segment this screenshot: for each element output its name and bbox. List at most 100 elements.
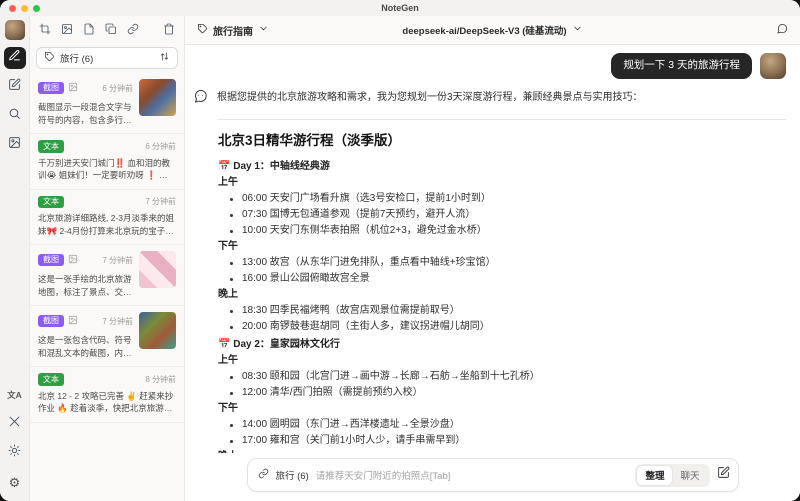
nav-write-button[interactable] [4, 76, 26, 98]
note-type-badge: 文本 [38, 195, 64, 209]
note-preview-text: 北京旅游详细路线, 2-3月淡季来的姐妹🎀 2-4月份打算来北京玩的宝子 不用再… [38, 213, 175, 236]
app-body: 文A ⚙ 旅行 (6) 截图 6 分钟前 截图显示一段混合文字与符号的内容，包含… [0, 16, 800, 501]
assistant-document: 北京3日精华游行程（淡季版） 📅 Day 1：中轴线经典游 上午 06:00 天安门广… [218, 131, 786, 453]
tag-icon [197, 21, 208, 39]
theme-toggle-button[interactable] [4, 442, 26, 464]
note-timestamp: 8 分钟前 [145, 374, 176, 384]
bot-icon [193, 89, 208, 109]
user-avatar[interactable] [4, 20, 25, 40]
pen-icon [8, 49, 21, 67]
assistant-intro: 根据您提供的北京旅游攻略和需求，我为您规划一份3天深度游行程，兼顾经典景点与实用… [217, 92, 643, 103]
doc-time-label: 上午 [218, 177, 238, 188]
note-thumbnail [139, 251, 176, 289]
insert-image-icon[interactable] [61, 22, 73, 40]
language-button[interactable]: 文A [4, 384, 26, 406]
note-thumbnail [139, 312, 176, 350]
doc-bullet-item: 08:30 颐和园（北宫门进→画中游→长廊→石舫→坐船到十七孔桥） [218, 369, 786, 385]
clipboard-icon[interactable] [105, 22, 117, 40]
doc-bullet-item: 07:30 国博无包通道参观（提前7天预约，避开人流） [218, 207, 786, 223]
note-timestamp: 6 分钟前 [102, 83, 133, 93]
note-card[interactable]: 截图 7 分钟前这是一张包含代码、符号和混乱文本的截图，内容难以辨识，似乎涉及技术… [30, 306, 184, 368]
input-placeholder: 请推荐天安门附近的拍照点[Tab] [315, 471, 451, 482]
input-tag-chip[interactable]: 旅行 (6) [276, 468, 309, 482]
note-timestamp: 7 分钟前 [145, 197, 176, 207]
trash-icon[interactable] [163, 22, 175, 40]
chevron-down-icon [258, 21, 269, 39]
tag-filter-select[interactable]: 旅行 (6) [36, 47, 178, 69]
tag-icon [44, 49, 55, 67]
note-card-main: 截图 7 分钟前这是一张包含代码、符号和混乱文本的截图，内容难以辨识，似乎涉及技术… [38, 312, 133, 359]
x-icon [8, 415, 21, 433]
chevron-down-icon [572, 21, 583, 39]
note-type-badge: 文本 [38, 373, 64, 386]
image-icon [68, 312, 78, 330]
mode-segmented-control: 整理 聊天 [635, 463, 710, 487]
doc-bullet-item: 10:00 天安门东侧华表拍照（机位2+3，避免过金水桥） [218, 223, 786, 239]
file-icon[interactable] [83, 22, 95, 40]
chat-area[interactable]: 规划一下 3 天的旅游行程 根据您提供的北京旅游攻略和需求，我为您规划一份3天深… [185, 45, 800, 453]
note-card-main: 文本 6 分钟前千万别进天安门城门‼️ 血和泪的教训😭 姐妹们！一定要听劝呀 ❗ … [38, 140, 176, 182]
search-icon [8, 107, 21, 125]
note-card[interactable]: 截图 7 分钟前这是一张手绘的北京旅游地图，标注了景点、交通方式和门票价格，如天安… [30, 245, 184, 307]
link-icon[interactable] [127, 22, 139, 40]
app-window: NoteGen 文A ⚙ 旅行 (6) 截图 6 分钟前 截图显示一段混合文字与… [0, 0, 800, 501]
doc-bullet-item: 16:00 景山公园俯瞰故宫全景 [218, 271, 786, 287]
note-card-main: 截图 7 分钟前这是一张手绘的北京旅游地图，标注了景点、交通方式和门票价格，如天安… [38, 251, 133, 298]
note-preview-text: 这是一张手绘的北京旅游地图，标注了景点、交通方式和门票价格，如天安... [38, 274, 132, 297]
image-icon [68, 79, 78, 97]
tag-filter-label: 旅行 (6) [60, 54, 94, 65]
sun-icon [8, 444, 21, 462]
note-preview-text: 千万别进天安门城门‼️ 血和泪的教训😭 姐妹们！一定要听劝呀 ❗ 除非是预约了参… [38, 157, 170, 181]
screenshot-capture-icon[interactable] [39, 22, 51, 40]
note-type-badge: 截图 [38, 81, 64, 95]
clear-chat-icon [777, 21, 788, 38]
model-selector[interactable]: deepseek-ai/DeepSeek-V3 (硅基流动) [185, 21, 800, 39]
x-social-button[interactable] [4, 413, 26, 435]
note-thumbnail [139, 79, 176, 116]
doc-time-label: 上午 [218, 355, 238, 366]
left-rail: 文A ⚙ [0, 16, 30, 501]
doc-bullet-item: 18:30 四季民福烤鸭（故宫店观景位需提前取号） [218, 303, 786, 319]
doc-bullet-item: 20:00 南锣鼓巷逛胡同（主街人多，建议拐进帽儿胡同） [218, 319, 786, 335]
note-card-header: 文本 8 分钟前 [38, 373, 176, 386]
note-card[interactable]: 文本 8 分钟前北京 12 - 2 攻略已完善 ✌️ 赶紧来抄作业 🔥 趁着淡季，… [30, 367, 184, 423]
clear-chat-button[interactable] [777, 21, 788, 39]
user-avatar [760, 53, 786, 79]
note-type-badge: 截图 [38, 314, 64, 328]
note-timestamp: 7 分钟前 [102, 255, 133, 265]
image-icon [68, 251, 78, 269]
titlebar: NoteGen [0, 0, 800, 16]
note-preview-text: 截图显示一段混合文字与符号的内容，包含多行无序排列的字母、数字和符... [38, 102, 132, 125]
note-selector[interactable]: 旅行指南 [197, 21, 269, 39]
note-card-main: 截图 6 分钟前截图显示一段混合文字与符号的内容，包含多行无序排列的字母、数字和符… [38, 79, 133, 126]
doc-bullet-item: 06:00 天安门广场看升旗（选3号安检口，提前1小时到） [218, 191, 786, 207]
doc-bullet-item: 17:00 雍和宫（关门前1小时人少，请手串需早到） [218, 433, 786, 449]
note-card[interactable]: 截图 6 分钟前截图显示一段混合文字与符号的内容，包含多行无序排列的字母、数字和符… [30, 73, 184, 134]
note-preview-text: 北京 12 - 2 攻略已完善 ✌️ 赶紧来抄作业 🔥 趁着淡季，快把北京旅游攻… [38, 390, 174, 414]
doc-bullet-item: 14:00 圆明园（东门进→西洋楼遗址→全景沙盘） [218, 417, 786, 433]
chat-input[interactable]: 旅行 (6) 请推荐天安门附近的拍照点[Tab] 整理 聊天 [246, 458, 739, 492]
doc-bullet-item: 12:00 清华/西门拍照（需提前预约入校） [218, 385, 786, 401]
doc-bullet-item: 13:00 故宫（从东华门进免排队，重点看中轴线+珍宝馆） [218, 255, 786, 271]
note-card[interactable]: 文本 7 分钟前北京旅游详细路线, 2-3月淡季来的姐妹🎀 2-4月份打算来北京玩… [30, 190, 184, 246]
translate-icon: 文A [7, 390, 22, 400]
note-card-main: 文本 8 分钟前北京 12 - 2 攻略已完善 ✌️ 赶紧来抄作业 🔥 趁着淡季，… [38, 373, 176, 415]
doc-time-label: 下午 [218, 403, 238, 414]
model-name: deepseek-ai/DeepSeek-V3 (硅基流动) [402, 26, 567, 37]
note-type-badge: 文本 [38, 140, 64, 153]
note-preview-text: 这是一张包含代码、符号和混乱文本的截图，内容难以辨识，似乎涉及技术... [38, 335, 132, 358]
note-card[interactable]: 文本 6 分钟前千万别进天安门城门‼️ 血和泪的教训😭 姐妹们！一定要听劝呀 ❗ … [30, 134, 184, 190]
link-icon [258, 466, 269, 484]
mode-chat-button[interactable]: 聊天 [672, 466, 707, 485]
nav-gallery-button[interactable] [4, 134, 26, 156]
nav-record-button[interactable] [3, 47, 26, 69]
compose-send-button[interactable] [717, 466, 730, 484]
doc-time-label: 下午 [218, 241, 238, 252]
settings-button[interactable]: ⚙ [4, 471, 26, 493]
user-message-bubble: 规划一下 3 天的旅游行程 [611, 53, 752, 79]
note-list: 截图6 分钟前截图显示一段混合文字与符号的内容，包含多行无序排列的字母、数字和符… [30, 73, 184, 501]
mode-organize-button[interactable]: 整理 [637, 465, 673, 485]
sort-icon[interactable] [159, 49, 170, 67]
note-timestamp: 6 分钟前 [145, 141, 176, 151]
nav-search-button[interactable] [4, 105, 26, 127]
